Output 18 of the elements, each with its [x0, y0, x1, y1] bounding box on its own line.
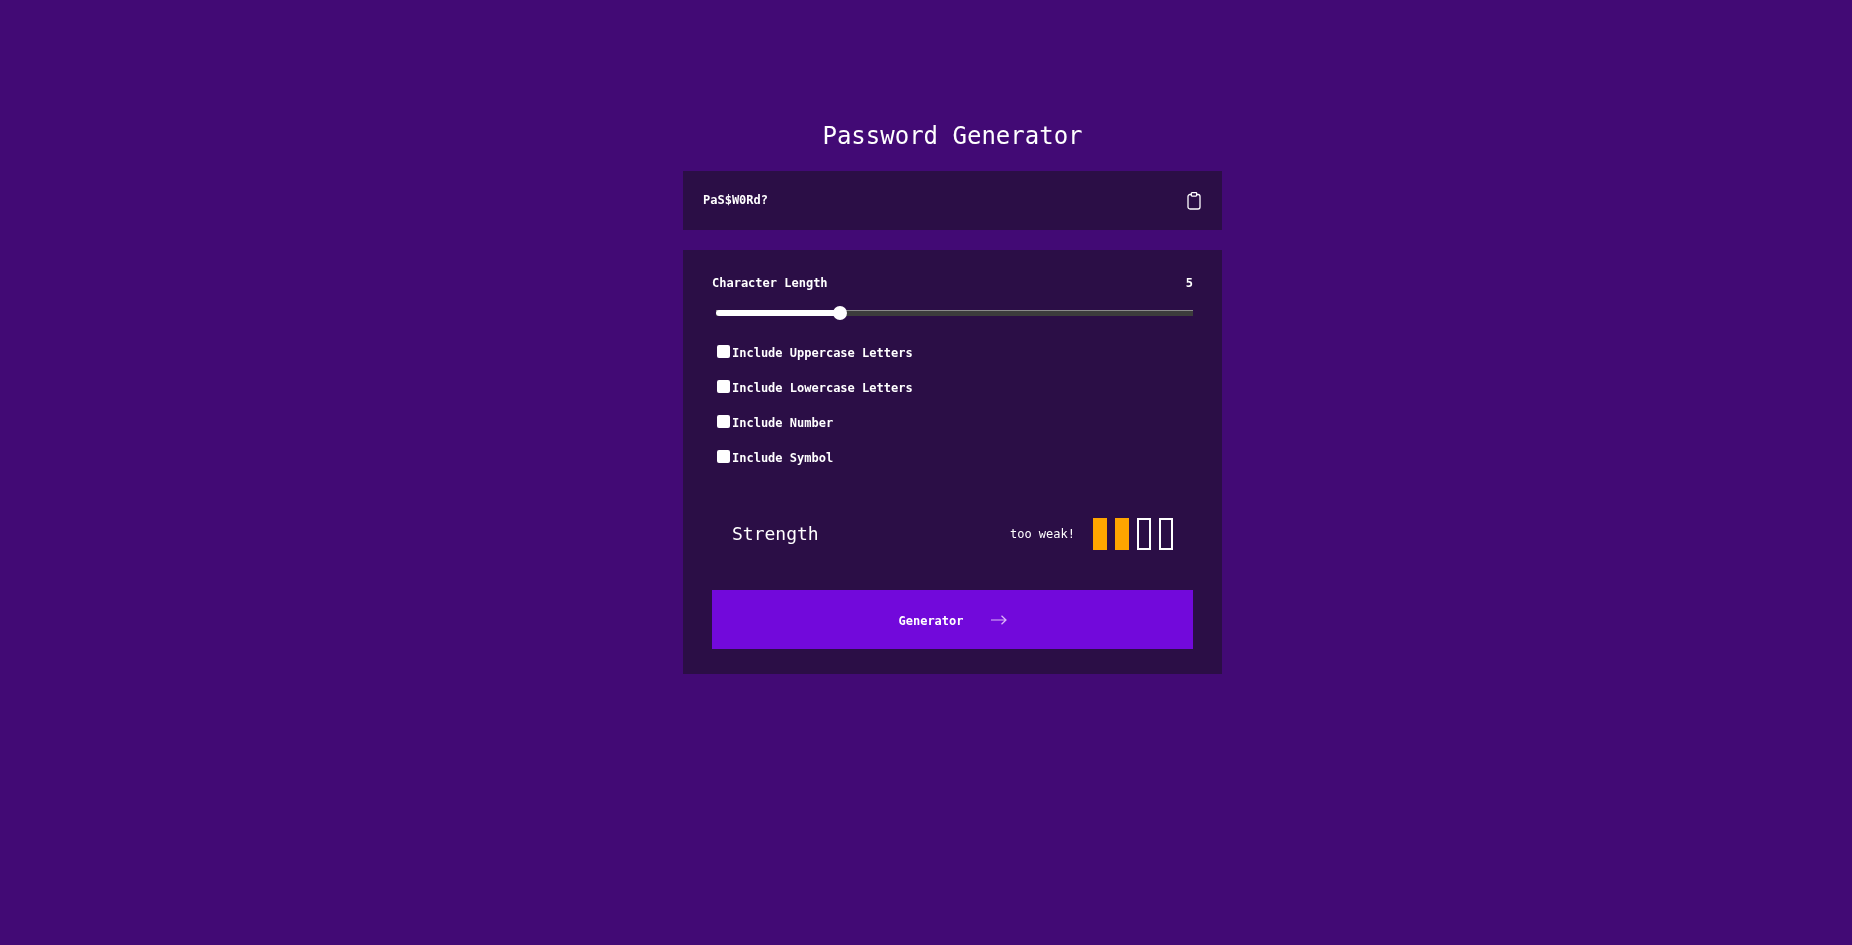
option-label: Include Uppercase Letters	[732, 345, 913, 361]
clipboard-icon[interactable]	[1187, 191, 1201, 210]
slider-thumb[interactable]	[833, 306, 847, 320]
checkbox[interactable]	[717, 344, 730, 358]
checkbox[interactable]	[717, 379, 730, 393]
generate-button[interactable]: Generator	[712, 590, 1193, 649]
length-label: Character Length	[712, 276, 828, 291]
checkbox[interactable]	[717, 449, 730, 463]
page-title: Password Generator	[822, 122, 1083, 151]
option-label: Include Lowercase Letters	[732, 380, 913, 396]
option-label: Include Number	[732, 415, 834, 431]
arrow-icon	[990, 614, 1007, 625]
strength-label: Strength	[732, 523, 819, 545]
checkbox[interactable]	[717, 414, 730, 428]
strength-rating: too weak!	[1009, 526, 1075, 542]
length-value: 5	[1185, 276, 1193, 291]
password-text: PaS$W0Rd?	[703, 193, 769, 208]
option-label: Include Symbol	[732, 450, 834, 466]
